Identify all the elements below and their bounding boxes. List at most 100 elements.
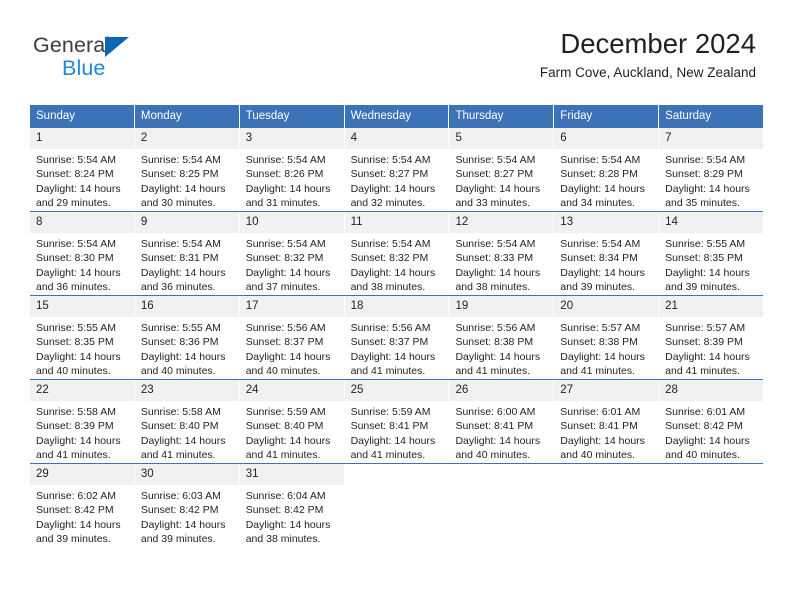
day-cell[interactable]: 2 Sunrise: 5:54 AM Sunset: 8:25 PM Dayli… — [134, 128, 240, 211]
day-cell[interactable]: 26 Sunrise: 6:00 AM Sunset: 8:41 PM Dayl… — [449, 380, 555, 463]
day-cell[interactable]: 23 Sunrise: 5:58 AM Sunset: 8:40 PM Dayl… — [134, 380, 240, 463]
day-cell[interactable]: 20 Sunrise: 5:57 AM Sunset: 8:38 PM Dayl… — [554, 296, 660, 379]
day-cell[interactable]: 8 Sunrise: 5:54 AM Sunset: 8:30 PM Dayli… — [30, 212, 135, 295]
day-details: Sunrise: 5:54 AM Sunset: 8:28 PM Dayligh… — [554, 149, 658, 211]
day-details: Sunrise: 5:54 AM Sunset: 8:25 PM Dayligh… — [135, 149, 239, 211]
day-number: 28 — [659, 380, 764, 401]
sunrise-text: Sunrise: 5:55 AM — [665, 238, 746, 250]
day-details: Sunrise: 5:57 AM Sunset: 8:38 PM Dayligh… — [554, 317, 658, 379]
calendar-week-row: 1 Sunrise: 5:54 AM Sunset: 8:24 PM Dayli… — [30, 128, 764, 211]
sunrise-text: Sunrise: 5:54 AM — [560, 154, 641, 166]
day-cell[interactable]: 4 Sunrise: 5:54 AM Sunset: 8:27 PM Dayli… — [344, 128, 450, 211]
day-details: Sunrise: 6:03 AM Sunset: 8:42 PM Dayligh… — [135, 485, 239, 547]
sunset-text: Sunset: 8:42 PM — [665, 420, 743, 433]
daylight-text-line2: and 41 minutes. — [350, 365, 426, 378]
day-cell[interactable]: 25 Sunrise: 5:59 AM Sunset: 8:41 PM Dayl… — [344, 380, 450, 463]
day-cell-empty — [449, 464, 555, 547]
day-cell[interactable]: 16 Sunrise: 5:55 AM Sunset: 8:36 PM Dayl… — [134, 296, 240, 379]
daylight-text-line1: Daylight: 14 hours — [245, 182, 331, 195]
sunset-text: Sunset: 8:42 PM — [245, 504, 324, 517]
daylight-text-line2: and 41 minutes. — [36, 449, 111, 462]
day-number: 8 — [30, 212, 134, 233]
day-number: 12 — [449, 212, 554, 233]
sunset-text: Sunset: 8:42 PM — [140, 504, 219, 517]
day-cell[interactable]: 30 Sunrise: 6:03 AM Sunset: 8:42 PM Dayl… — [134, 464, 240, 547]
day-cell[interactable]: 19 Sunrise: 5:56 AM Sunset: 8:38 PM Dayl… — [449, 296, 555, 379]
logo-triangle-icon — [105, 37, 129, 57]
sunset-text: Sunset: 8:37 PM — [350, 336, 429, 349]
daylight-text-line1: Daylight: 14 hours — [245, 434, 331, 447]
day-cell[interactable]: 21 Sunrise: 5:57 AM Sunset: 8:39 PM Dayl… — [659, 296, 764, 379]
daylight-text-line2: and 41 minutes. — [560, 365, 636, 378]
day-details: Sunrise: 5:54 AM Sunset: 8:27 PM Dayligh… — [345, 149, 449, 211]
day-cell[interactable]: 6 Sunrise: 5:54 AM Sunset: 8:28 PM Dayli… — [554, 128, 660, 211]
sunrise-text: Sunrise: 5:54 AM — [350, 238, 431, 250]
day-cell[interactable]: 9 Sunrise: 5:54 AM Sunset: 8:31 PM Dayli… — [134, 212, 240, 295]
page-title: December 2024 — [560, 28, 756, 59]
day-cell[interactable]: 11 Sunrise: 5:54 AM Sunset: 8:32 PM Dayl… — [344, 212, 450, 295]
day-details: Sunrise: 5:54 AM Sunset: 8:31 PM Dayligh… — [135, 233, 239, 295]
day-cell[interactable]: 14 Sunrise: 5:55 AM Sunset: 8:35 PM Dayl… — [659, 212, 764, 295]
day-number: 21 — [659, 296, 764, 317]
sunset-text: Sunset: 8:38 PM — [455, 336, 534, 349]
sunrise-text: Sunrise: 5:54 AM — [140, 238, 221, 250]
day-cell[interactable]: 18 Sunrise: 5:56 AM Sunset: 8:37 PM Dayl… — [344, 296, 450, 379]
day-cell-empty — [344, 464, 450, 547]
day-number: 10 — [239, 212, 344, 233]
sunrise-text: Sunrise: 5:56 AM — [455, 322, 536, 334]
day-cell[interactable]: 24 Sunrise: 5:59 AM Sunset: 8:40 PM Dayl… — [239, 380, 345, 463]
day-cell[interactable]: 29 Sunrise: 6:02 AM Sunset: 8:42 PM Dayl… — [30, 464, 135, 547]
daylight-text-line2: and 40 minutes. — [665, 449, 740, 462]
daylight-text-line2: and 40 minutes. — [245, 365, 321, 378]
day-number: 14 — [659, 212, 764, 233]
daylight-text-line1: Daylight: 14 hours — [350, 266, 436, 279]
day-number: 1 — [30, 128, 134, 149]
calendar-week-row: 22 Sunrise: 5:58 AM Sunset: 8:39 PM Dayl… — [30, 379, 764, 463]
day-cell[interactable]: 10 Sunrise: 5:54 AM Sunset: 8:32 PM Dayl… — [239, 212, 345, 295]
day-number: 18 — [344, 296, 449, 317]
daylight-text-line2: and 41 minutes. — [455, 365, 531, 378]
calendar-week-row: 15 Sunrise: 5:55 AM Sunset: 8:35 PM Dayl… — [30, 295, 764, 379]
day-details — [345, 485, 449, 547]
day-cell[interactable]: 5 Sunrise: 5:54 AM Sunset: 8:27 PM Dayli… — [449, 128, 555, 211]
day-cell[interactable]: 13 Sunrise: 5:54 AM Sunset: 8:34 PM Dayl… — [554, 212, 660, 295]
daylight-text-line2: and 29 minutes. — [36, 197, 111, 210]
day-cell[interactable]: 17 Sunrise: 5:56 AM Sunset: 8:37 PM Dayl… — [239, 296, 345, 379]
daylight-text-line1: Daylight: 14 hours — [560, 182, 645, 195]
daylight-text-line2: and 38 minutes. — [455, 281, 531, 294]
daylight-text-line2: and 30 minutes. — [140, 197, 216, 210]
day-details: Sunrise: 5:56 AM Sunset: 8:37 PM Dayligh… — [345, 317, 449, 379]
daylight-text-line2: and 41 minutes. — [140, 449, 216, 462]
sunrise-text: Sunrise: 5:54 AM — [245, 238, 326, 250]
sunrise-text: Sunrise: 6:01 AM — [560, 406, 641, 418]
daylight-text-line2: and 39 minutes. — [140, 533, 216, 546]
day-number: 20 — [554, 296, 659, 317]
day-details: Sunrise: 6:01 AM Sunset: 8:42 PM Dayligh… — [659, 401, 763, 463]
daylight-text-line1: Daylight: 14 hours — [455, 182, 541, 195]
day-cell[interactable]: 3 Sunrise: 5:54 AM Sunset: 8:26 PM Dayli… — [239, 128, 345, 211]
daylight-text-line1: Daylight: 14 hours — [140, 518, 226, 531]
day-cell[interactable]: 12 Sunrise: 5:54 AM Sunset: 8:33 PM Dayl… — [449, 212, 555, 295]
sunset-text: Sunset: 8:33 PM — [455, 252, 534, 265]
day-cell[interactable]: 22 Sunrise: 5:58 AM Sunset: 8:39 PM Dayl… — [30, 380, 135, 463]
daylight-text-line1: Daylight: 14 hours — [140, 434, 226, 447]
daylight-text-line1: Daylight: 14 hours — [350, 434, 436, 447]
sunrise-text: Sunrise: 5:56 AM — [350, 322, 431, 334]
day-cell[interactable]: 1 Sunrise: 5:54 AM Sunset: 8:24 PM Dayli… — [30, 128, 135, 211]
sunrise-text: Sunrise: 5:54 AM — [560, 238, 641, 250]
day-cell[interactable]: 27 Sunrise: 6:01 AM Sunset: 8:41 PM Dayl… — [554, 380, 660, 463]
day-number: 24 — [239, 380, 344, 401]
day-cell[interactable]: 7 Sunrise: 5:54 AM Sunset: 8:29 PM Dayli… — [659, 128, 764, 211]
day-cell[interactable]: 15 Sunrise: 5:55 AM Sunset: 8:35 PM Dayl… — [30, 296, 135, 379]
day-cell[interactable]: 28 Sunrise: 6:01 AM Sunset: 8:42 PM Dayl… — [659, 380, 764, 463]
sunset-text: Sunset: 8:42 PM — [36, 504, 114, 517]
sunset-text: Sunset: 8:39 PM — [36, 420, 114, 433]
day-cell[interactable]: 31 Sunrise: 6:04 AM Sunset: 8:42 PM Dayl… — [239, 464, 345, 547]
sunset-text: Sunset: 8:35 PM — [665, 252, 743, 265]
day-details: Sunrise: 6:02 AM Sunset: 8:42 PM Dayligh… — [30, 485, 134, 547]
daylight-text-line2: and 41 minutes. — [245, 449, 321, 462]
daylight-text-line1: Daylight: 14 hours — [350, 350, 436, 363]
weekday-header-friday: Friday — [554, 105, 660, 128]
day-number: 7 — [659, 128, 764, 149]
daylight-text-line2: and 38 minutes. — [350, 281, 426, 294]
